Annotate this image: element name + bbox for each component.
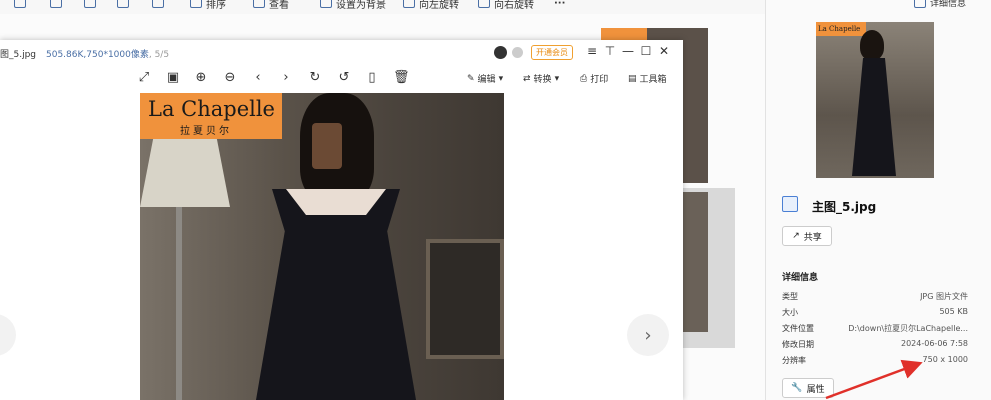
screen: 排序 查看 设置为背景 向左旋转 向右旋转 ··· 详细信息 La Chapel… (0, 0, 991, 400)
annotation-arrow (825, 359, 923, 400)
